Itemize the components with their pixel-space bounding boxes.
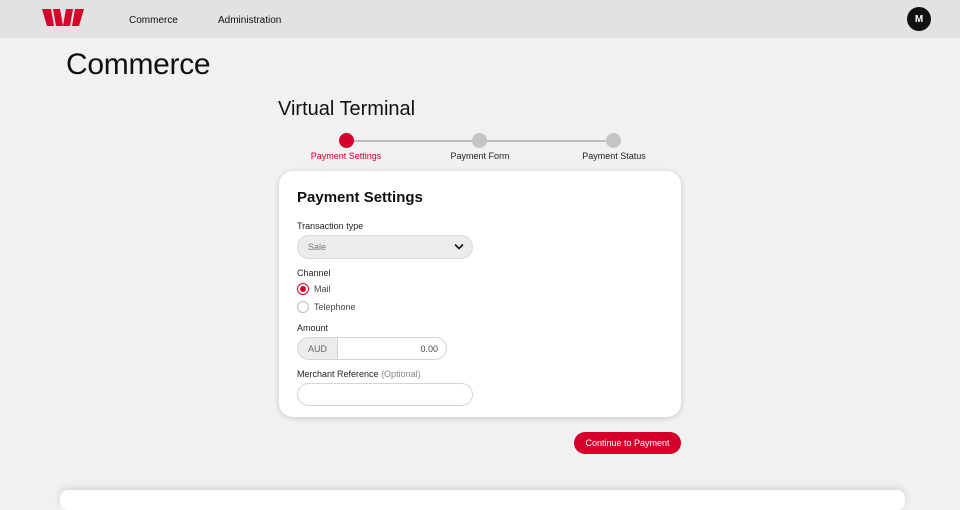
channel-option-label: Mail	[314, 284, 331, 294]
progress-stepper: Payment Settings Payment Form Payment St…	[300, 132, 660, 164]
card-title: Payment Settings	[297, 189, 423, 206]
transaction-type-select[interactable]: Sale	[297, 235, 473, 259]
user-avatar[interactable]: M	[907, 7, 931, 31]
channel-option-label: Telephone	[314, 302, 356, 312]
step-label-payment-status: Payment Status	[582, 151, 646, 161]
channel-option-mail[interactable]: Mail	[297, 282, 331, 296]
amount-field: AUD	[297, 337, 447, 360]
currency-prefix: AUD	[298, 338, 338, 359]
nav-item-commerce[interactable]: Commerce	[129, 15, 178, 26]
amount-label: Amount	[297, 323, 329, 333]
page-title: Commerce	[66, 48, 211, 81]
amount-input[interactable]	[339, 338, 446, 359]
nav-item-administration[interactable]: Administration	[218, 15, 281, 26]
step-dot-payment-settings	[339, 133, 354, 148]
merchant-reference-label: Merchant Reference (Optional)	[297, 369, 421, 379]
step-dot-payment-form	[472, 133, 487, 148]
radio-button-unchecked[interactable]	[297, 301, 309, 313]
section-title: Virtual Terminal	[278, 98, 416, 120]
chevron-down-icon	[454, 244, 464, 250]
continue-to-payment-button[interactable]: Continue to Payment	[574, 432, 681, 454]
step-dot-payment-status	[606, 133, 621, 148]
payment-settings-card: Payment Settings Transaction type Sale C…	[279, 171, 681, 417]
footer-panel-edge	[60, 490, 905, 510]
step-label-payment-settings: Payment Settings	[310, 151, 382, 161]
merchant-reference-label-text: Merchant Reference	[297, 369, 379, 379]
radio-button-checked[interactable]	[297, 283, 309, 295]
transaction-type-label: Transaction type	[297, 221, 364, 231]
channel-label: Channel	[297, 268, 331, 278]
channel-option-telephone[interactable]: Telephone	[297, 300, 356, 314]
optional-note: (Optional)	[381, 369, 421, 379]
merchant-reference-input[interactable]	[297, 383, 473, 406]
westpac-logo-icon[interactable]	[42, 9, 84, 26]
transaction-type-value: Sale	[308, 242, 327, 252]
step-label-payment-form: Payment Form	[450, 151, 510, 161]
top-navigation-bar: Commerce Administration M	[0, 0, 960, 38]
